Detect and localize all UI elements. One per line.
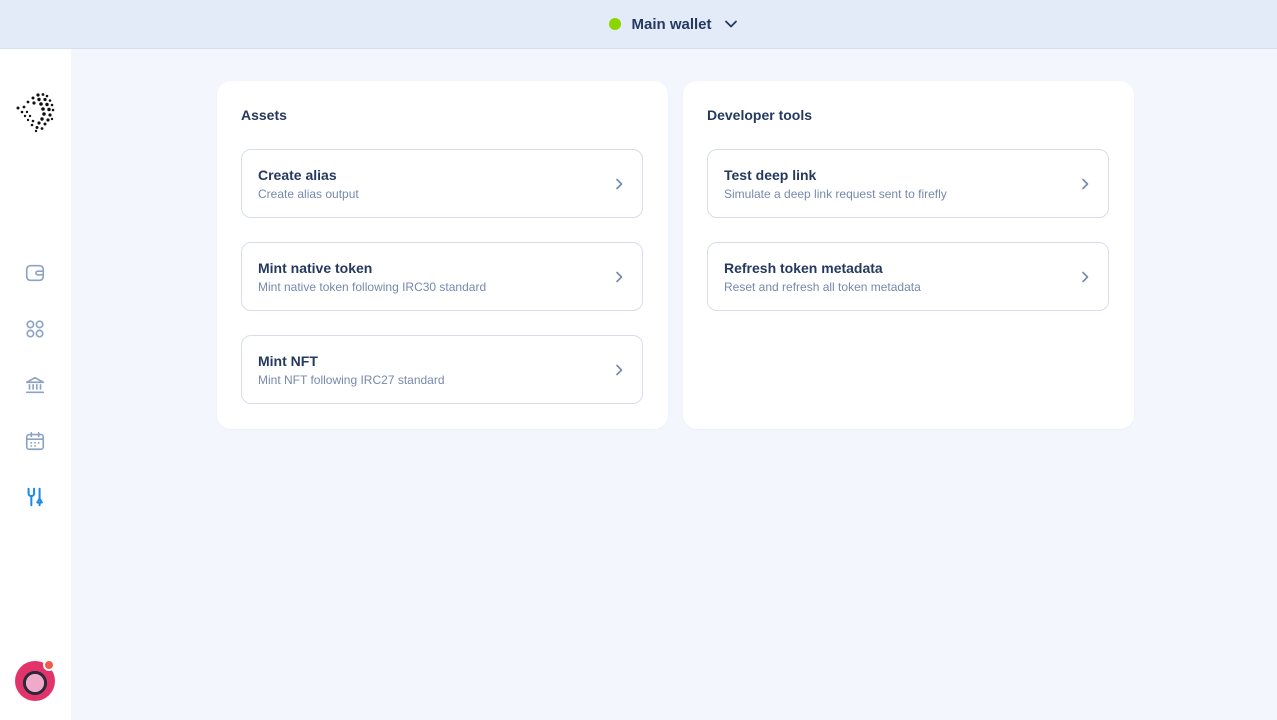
chevron-right-icon — [616, 178, 623, 190]
developer-tools-panel: Developer tools Test deep link Simulate … — [683, 81, 1134, 429]
chevron-right-icon — [616, 364, 623, 376]
sidebar-item-collectibles[interactable] — [22, 316, 48, 342]
wallet-icon — [25, 264, 45, 282]
create-alias-button[interactable]: Create alias Create alias output — [241, 149, 643, 218]
tool-title: Mint NFT — [258, 353, 318, 369]
notification-badge — [43, 659, 55, 671]
sidebar — [0, 49, 71, 720]
test-deep-link-button[interactable]: Test deep link Simulate a deep link requ… — [707, 149, 1109, 218]
assets-panel: Assets Create alias Create alias output … — [217, 81, 668, 429]
tool-description: Mint native token following IRC30 standa… — [258, 280, 487, 294]
panel-title: Developer tools — [707, 107, 813, 123]
tool-title: Mint native token — [258, 260, 373, 276]
tools-icon — [27, 487, 43, 507]
wallet-switcher[interactable]: Main wallet — [609, 16, 737, 33]
bank-icon — [25, 376, 45, 394]
sidebar-item-staking[interactable] — [22, 428, 48, 454]
panel-title: Assets — [241, 107, 287, 123]
grid-icon — [26, 320, 44, 338]
calendar-icon — [25, 431, 45, 451]
tool-title: Test deep link — [724, 167, 817, 183]
chevron-down-icon — [724, 20, 737, 28]
top-bar: Main wallet — [0, 0, 1277, 49]
iota-logo — [16, 93, 55, 133]
mint-nft-button[interactable]: Mint NFT Mint NFT following IRC27 standa… — [241, 335, 643, 404]
sidebar-item-wallet[interactable] — [22, 260, 48, 286]
tool-description: Simulate a deep link request sent to fir… — [724, 187, 947, 201]
sidebar-item-governance[interactable] — [22, 372, 48, 398]
chevron-right-icon — [616, 271, 623, 283]
tool-title: Create alias — [258, 167, 337, 183]
chevron-right-icon — [1082, 271, 1089, 283]
mint-native-token-button[interactable]: Mint native token Mint native token foll… — [241, 242, 643, 311]
tool-description: Create alias output — [258, 187, 359, 201]
tool-title: Refresh token metadata — [724, 260, 883, 276]
avatar[interactable] — [15, 659, 55, 701]
wallet-status-dot — [609, 18, 622, 30]
sidebar-item-developer[interactable] — [22, 484, 48, 510]
chevron-right-icon — [1082, 178, 1089, 190]
refresh-token-metadata-button[interactable]: Refresh token metadata Reset and refresh… — [707, 242, 1109, 311]
tool-description: Reset and refresh all token metadata — [724, 280, 921, 294]
tool-description: Mint NFT following IRC27 standard — [258, 373, 445, 387]
wallet-name: Main wallet — [631, 15, 712, 33]
